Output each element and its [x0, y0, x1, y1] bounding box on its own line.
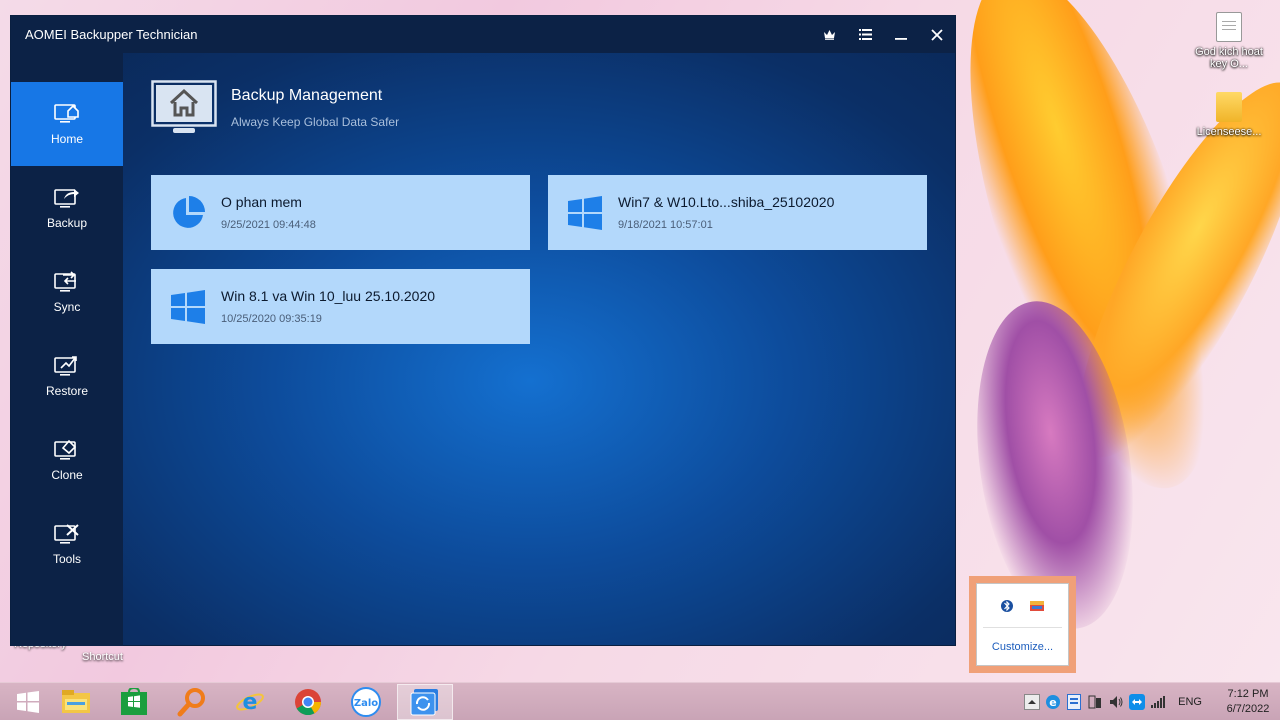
tools-monitor-icon	[54, 524, 79, 544]
desktop-icon-folder[interactable]: Licenseese...	[1189, 92, 1269, 138]
taskbar-aomei-backupper[interactable]	[397, 684, 453, 720]
backup-task-card[interactable]: O phan mem 9/25/2021 09:44:48	[151, 175, 530, 250]
system-tray: e ENG 7:12 PM 6/7/2022	[1021, 683, 1280, 720]
taskbar-store[interactable]	[106, 684, 162, 720]
sidebar-item-clone[interactable]: Clone	[11, 418, 123, 502]
aomei-backupper-icon	[410, 689, 438, 716]
internet-explorer-small-icon: e	[1045, 695, 1060, 709]
zalo-icon-label: Zalo	[354, 698, 378, 709]
backup-task-card[interactable]: Win 8.1 va Win 10_luu 25.10.2020 10/25/2…	[151, 269, 530, 344]
tray-overflow-icons	[983, 584, 1062, 628]
tray-overflow-popup: Customize...	[969, 576, 1076, 673]
sidebar-item-sync[interactable]: Sync	[11, 250, 123, 334]
close-button[interactable]	[919, 16, 955, 53]
clone-monitor-icon	[54, 439, 77, 460]
sidebar-item-label: Tools	[52, 552, 81, 566]
sidebar-item-label: Home	[50, 132, 83, 146]
desktop-icon-label: Shortcut	[82, 651, 123, 663]
zalo-icon: Zalo	[351, 687, 381, 717]
pie-chart-icon	[173, 195, 205, 228]
sidebar-item-home[interactable]: Home	[11, 82, 123, 166]
restore-monitor-icon	[54, 356, 77, 376]
crown-icon	[823, 30, 835, 40]
sidebar-nav: Home Backup Sync Restore Clone Tools	[11, 53, 123, 646]
backup-management-header: Backup Management Always Keep Global Dat…	[151, 80, 399, 136]
menu-button[interactable]	[847, 16, 883, 53]
bluetooth-icon[interactable]	[1000, 598, 1013, 614]
file-explorer-icon	[62, 690, 90, 713]
sidebar-item-label: Sync	[53, 300, 81, 314]
svg-text:e: e	[243, 690, 258, 715]
page-title: Backup Management	[231, 87, 383, 104]
sidebar-item-label: Restore	[45, 384, 89, 398]
close-icon	[931, 28, 943, 41]
sidebar-item-tools[interactable]: Tools	[11, 502, 123, 586]
backup-task-name: O phan mem	[221, 194, 302, 210]
clock-time: 7:12 PM	[1227, 688, 1269, 700]
chrome-icon	[295, 689, 322, 716]
minimize-button[interactable]	[883, 16, 919, 53]
app-window-icon	[1066, 694, 1081, 710]
store-icon	[121, 688, 147, 715]
tray-ie-icon[interactable]: e	[1042, 683, 1063, 720]
desktop-icon-label: God kich hoat key O...	[1195, 46, 1263, 70]
app-tray-icon[interactable]	[1029, 599, 1045, 613]
search-icon	[177, 688, 205, 717]
window-title: AOMEI Backupper Technician	[25, 27, 198, 42]
aomei-backupper-window: AOMEI Backupper Technician Home Backup S…	[10, 15, 956, 646]
sidebar-item-label: Backup	[46, 216, 88, 230]
sidebar-item-restore[interactable]: Restore	[11, 334, 123, 418]
svg-text:e: e	[1049, 696, 1056, 709]
backup-task-date: 9/18/2021 10:57:01	[618, 219, 713, 231]
backup-task-name: Win 8.1 va Win 10_luu 25.10.2020	[221, 288, 436, 304]
minimize-icon	[895, 37, 907, 40]
window-titlebar[interactable]: AOMEI Backupper Technician	[11, 16, 955, 53]
document-icon	[1216, 12, 1242, 42]
tray-volume-icon[interactable]	[1105, 683, 1126, 720]
sync-monitor-icon	[54, 271, 76, 292]
sidebar-item-backup[interactable]: Backup	[11, 166, 123, 250]
home-monitor-large-icon	[151, 80, 217, 133]
taskbar-file-explorer[interactable]	[48, 684, 104, 720]
customize-link[interactable]: Customize...	[977, 641, 1068, 653]
backup-task-name: Win7 & W10.Lto...shiba_25102020	[618, 194, 835, 210]
desktop-icon-document[interactable]: God kich hoat key O...	[1189, 12, 1269, 70]
windows-logo-icon	[568, 195, 602, 230]
tray-overflow-panel: Customize...	[976, 583, 1069, 666]
backup-task-date: 9/25/2021 09:44:48	[221, 219, 316, 231]
upgrade-crown-button[interactable]	[811, 16, 847, 53]
backup-task-date: 10/25/2020 09:35:19	[221, 313, 322, 325]
teamviewer-icon	[1128, 694, 1145, 710]
tray-app-icon[interactable]	[1063, 683, 1084, 720]
taskbar-internet-explorer[interactable]: e	[222, 684, 278, 720]
input-language-indicator[interactable]: ENG	[1178, 696, 1202, 708]
internet-explorer-icon: e	[236, 690, 264, 715]
taskbar-zalo[interactable]: Zalo	[338, 684, 394, 720]
menu-list-icon	[858, 29, 872, 40]
taskbar-chrome[interactable]	[280, 684, 336, 720]
network-signal-icon	[1150, 696, 1165, 708]
tray-show-hidden-button[interactable]	[1021, 683, 1042, 720]
speaker-icon	[1109, 696, 1123, 708]
device-icon	[1088, 695, 1101, 709]
taskbar-clock[interactable]: 7:12 PM 6/7/2022	[1216, 687, 1280, 717]
chevron-up-icon	[1023, 694, 1040, 710]
desktop-icon-label: Licenseese...	[1196, 126, 1262, 138]
windows-logo-icon	[171, 289, 205, 324]
taskbar-search[interactable]	[164, 684, 220, 720]
tray-teamviewer-icon[interactable]	[1126, 683, 1147, 720]
page-subtitle: Always Keep Global Data Safer	[231, 115, 400, 129]
clock-date: 6/7/2022	[1226, 703, 1270, 715]
folder-icon	[1216, 92, 1242, 122]
sidebar-item-label: Clone	[51, 468, 83, 482]
start-icon	[17, 691, 39, 713]
home-monitor-icon	[54, 104, 79, 123]
taskbar: e Zalo e ENG 7:12 PM 6/7/2022	[0, 682, 1280, 720]
backup-monitor-icon	[54, 189, 79, 208]
tray-network-icon[interactable]	[1147, 683, 1168, 720]
backup-task-card[interactable]: Win7 & W10.Lto...shiba_25102020 9/18/202…	[548, 175, 927, 250]
tray-network-device-icon[interactable]	[1084, 683, 1105, 720]
